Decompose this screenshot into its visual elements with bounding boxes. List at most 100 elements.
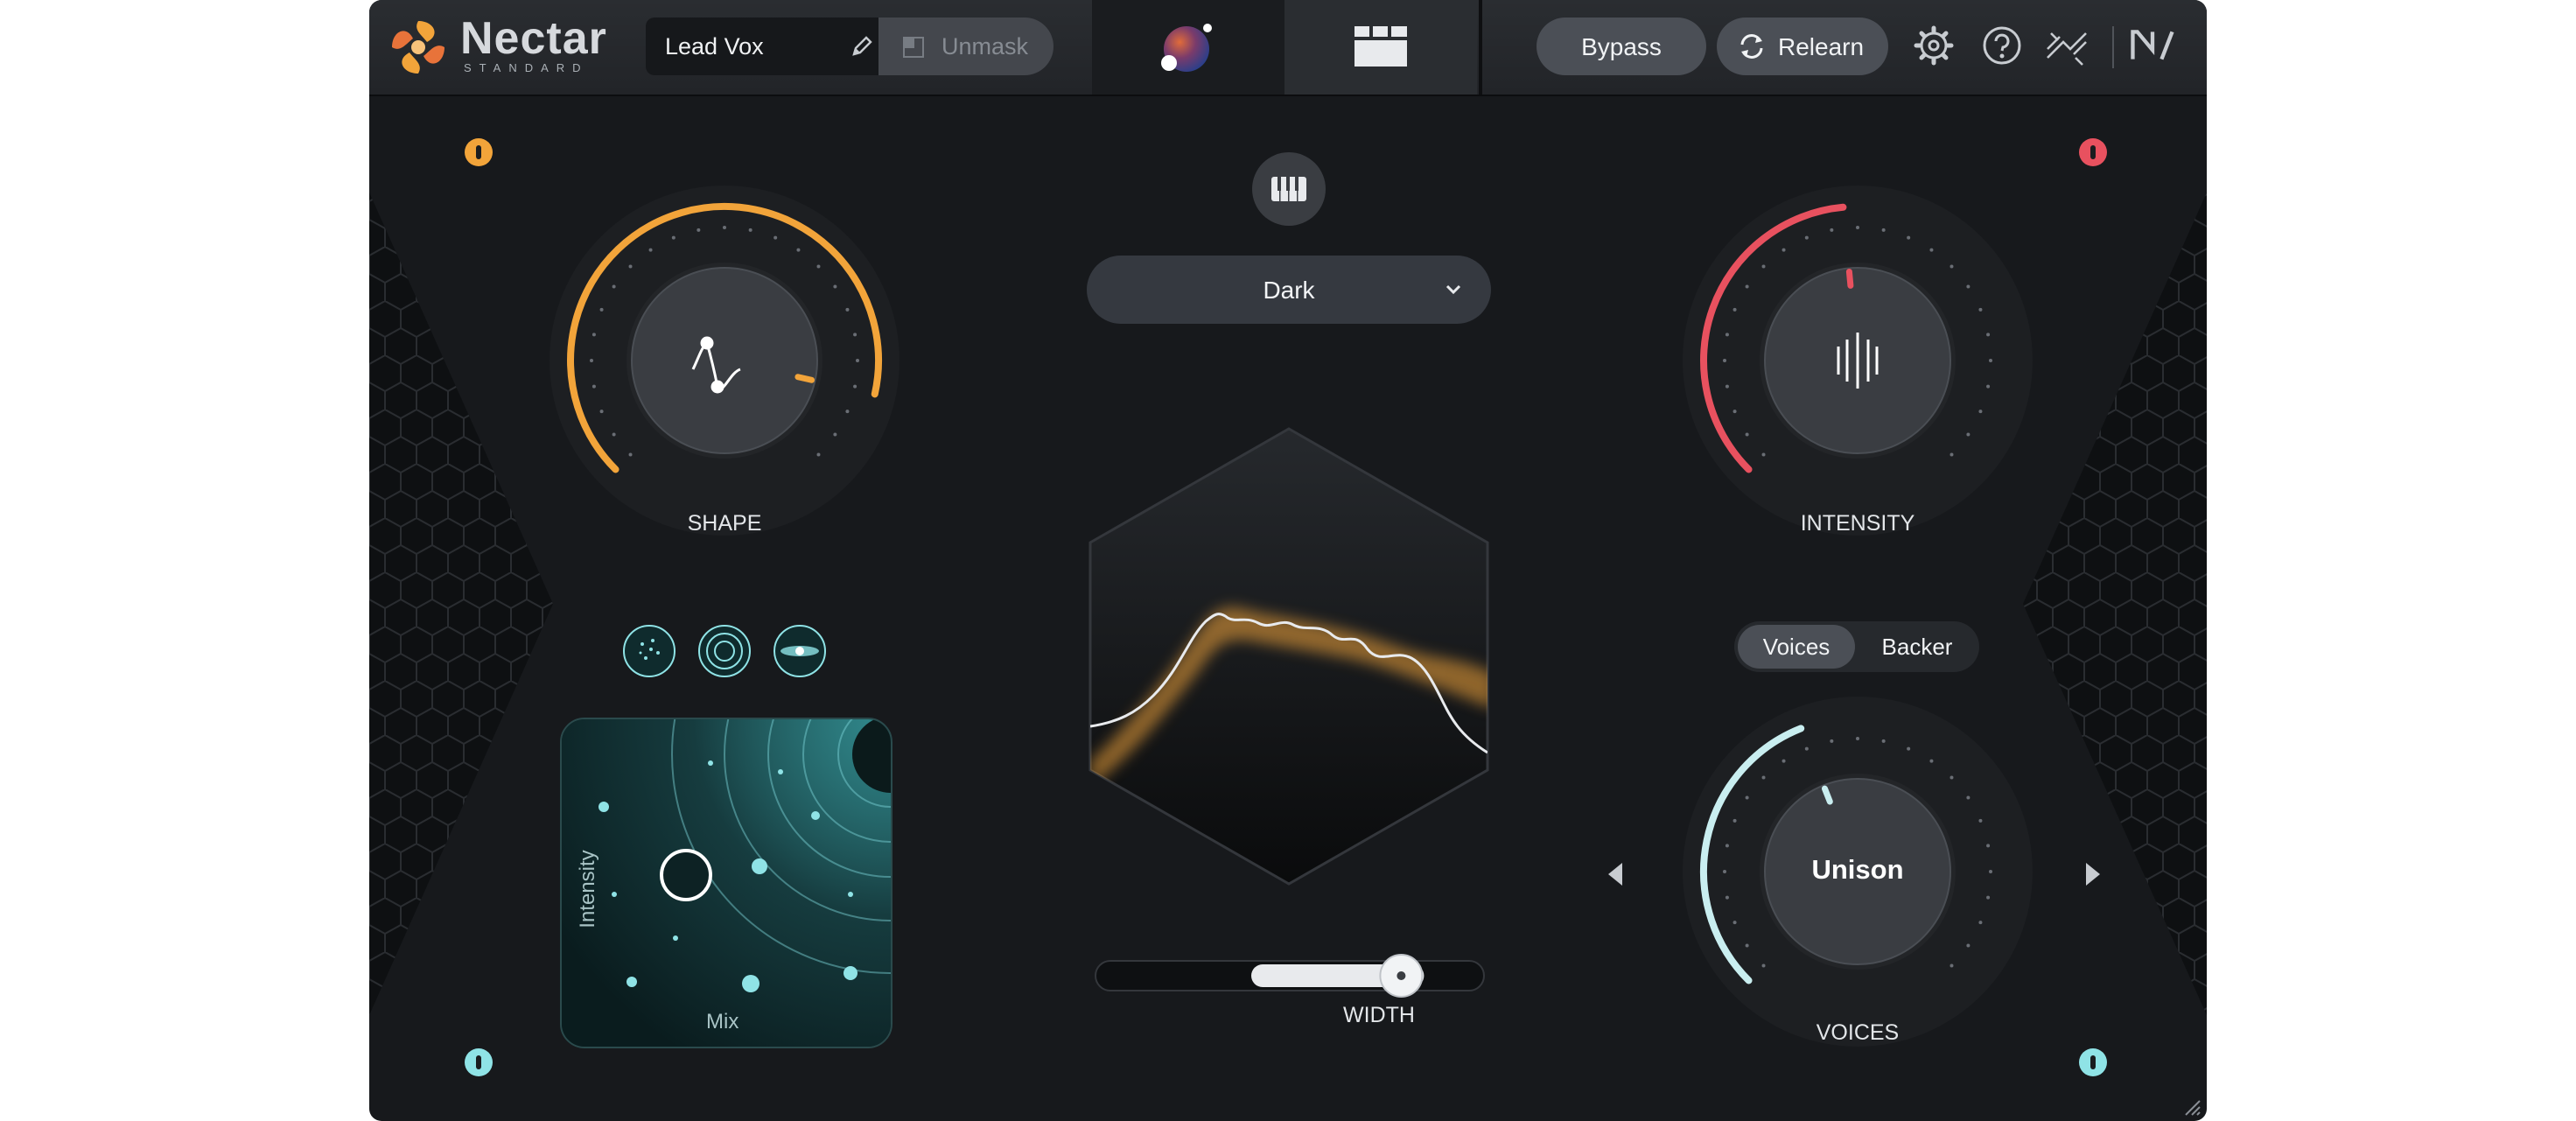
space-type-rings-icon[interactable] — [698, 625, 751, 677]
knob-tick — [1978, 410, 1983, 414]
arrow-right-icon[interactable] — [2082, 861, 2104, 887]
knob-tick — [1881, 739, 1886, 743]
style-dropdown[interactable]: Dark — [1087, 256, 1491, 324]
signal-flow-icon[interactable] — [2044, 23, 2090, 68]
xy-pad-visual — [562, 719, 891, 1047]
knob-tick — [1830, 739, 1834, 743]
knob-tick — [1723, 359, 1726, 362]
shape-module-power-icon[interactable] — [464, 137, 494, 167]
knob-tick — [1732, 410, 1737, 414]
help-icon[interactable] — [1979, 23, 2025, 68]
knob-tick — [748, 228, 752, 232]
knob-tick — [599, 307, 604, 312]
space-xy-pad[interactable]: Mix Intensity — [560, 718, 892, 1048]
voices-knob-label: VOICES — [1816, 1020, 1900, 1045]
knob-tick — [816, 264, 821, 269]
top-bar: Nectar STANDARD Lead Vox Unmask Bypass R… — [369, 0, 2207, 96]
spectrum-hexagon-display — [1088, 427, 1489, 886]
space-type-disc-icon[interactable] — [774, 625, 826, 677]
knob-tick — [1804, 235, 1809, 240]
style-dropdown-value: Dark — [1263, 277, 1315, 304]
tab-modules-view[interactable] — [1284, 0, 1477, 95]
knob-tick — [590, 359, 593, 362]
preset-name: Lead Vox — [665, 33, 764, 60]
bypass-label: Bypass — [1581, 33, 1662, 60]
knob-tick — [1986, 895, 1991, 900]
knob-tick — [612, 432, 616, 437]
xy-pad-y-label: Intensity — [576, 850, 599, 928]
voices-module-power-icon[interactable] — [2078, 1047, 2108, 1077]
knob-tick — [1978, 921, 1983, 925]
unmask-label: Unmask — [942, 33, 1029, 60]
arrow-left-icon[interactable] — [1605, 861, 1626, 887]
knob-tick — [845, 307, 850, 312]
knob-tick — [1725, 333, 1729, 337]
knob-tick — [1761, 775, 1766, 780]
knob-tick — [1907, 746, 1911, 751]
space-type-particles-icon[interactable] — [623, 625, 676, 677]
knob-tick — [1732, 921, 1737, 925]
knob-tick — [833, 284, 837, 289]
knob-tick — [1745, 284, 1749, 289]
knob-tick — [1966, 795, 1970, 800]
knob-tick — [1732, 307, 1737, 312]
knob-tick — [1966, 284, 1970, 289]
pencil-icon[interactable] — [849, 33, 875, 60]
knob-tick — [796, 248, 801, 252]
knob-tick — [853, 384, 858, 389]
knob-tick — [1929, 248, 1934, 252]
ni-logo-icon[interactable] — [2130, 23, 2175, 68]
knob-tick — [1929, 759, 1934, 763]
knob-tick — [1804, 746, 1809, 751]
space-module-power-icon[interactable] — [464, 1047, 494, 1077]
knob-tick — [1732, 818, 1737, 823]
knob-tick — [1782, 759, 1786, 763]
voices-knob-center-label: Unison — [1811, 854, 1904, 885]
knob-tick — [592, 384, 596, 389]
knob-tick — [1830, 228, 1834, 232]
space-type-selector — [623, 625, 826, 677]
knob-tick — [1725, 844, 1729, 848]
shape-knob-pointer — [794, 374, 816, 383]
unmask-button[interactable]: Unmask — [878, 18, 1054, 75]
knob-tick — [1907, 235, 1911, 240]
shape-knob-label: SHAPE — [687, 511, 762, 536]
xy-pad-handle[interactable] — [660, 849, 712, 901]
width-slider[interactable] — [1094, 954, 1488, 998]
knob-tick — [845, 410, 850, 414]
knob-tick — [1761, 452, 1766, 457]
intensity-knob[interactable] — [1656, 166, 2059, 551]
knob-tick — [856, 359, 859, 362]
brand-name: Nectar — [460, 13, 607, 64]
knob-tick — [1745, 943, 1749, 948]
knob-tick — [1989, 870, 1992, 873]
knob-tick — [1978, 307, 1983, 312]
knob-tick — [1745, 795, 1749, 800]
knob-tick — [833, 432, 837, 437]
knob-tick — [1745, 432, 1749, 437]
bypass-button[interactable]: Bypass — [1536, 18, 1706, 75]
xy-pad-x-label: Mix — [706, 1010, 739, 1033]
relearn-button[interactable]: Relearn — [1717, 18, 1888, 75]
voices-toggle-option[interactable]: Voices — [1738, 625, 1855, 669]
width-label: WIDTH — [1343, 1003, 1415, 1027]
voices-backer-toggle: Voices Backer — [1734, 621, 1979, 672]
intensity-knob-pointer — [1845, 268, 1854, 289]
knob-tick — [816, 452, 821, 457]
knob-tick — [1966, 943, 1970, 948]
gear-icon[interactable] — [1911, 23, 1956, 68]
piano-button[interactable] — [1250, 151, 1327, 228]
knob-tick — [1978, 818, 1983, 823]
preset-name-field[interactable]: Lead Vox — [646, 18, 891, 75]
tab-main-view[interactable] — [1092, 0, 1284, 95]
knob-tick — [1950, 775, 1954, 780]
toolbar-divider — [2112, 26, 2114, 68]
nectar-logo-icon — [392, 21, 444, 74]
backer-toggle-option[interactable]: Backer — [1858, 625, 1976, 669]
nectar-plugin-window: Nectar STANDARD Lead Vox Unmask Bypass R… — [369, 0, 2207, 1121]
knob-tick — [1856, 226, 1859, 229]
intensity-module-power-icon[interactable] — [2078, 137, 2108, 167]
shape-knob[interactable] — [523, 166, 926, 551]
resize-icon[interactable] — [2182, 1097, 2202, 1117]
knob-tick — [1986, 333, 1991, 337]
